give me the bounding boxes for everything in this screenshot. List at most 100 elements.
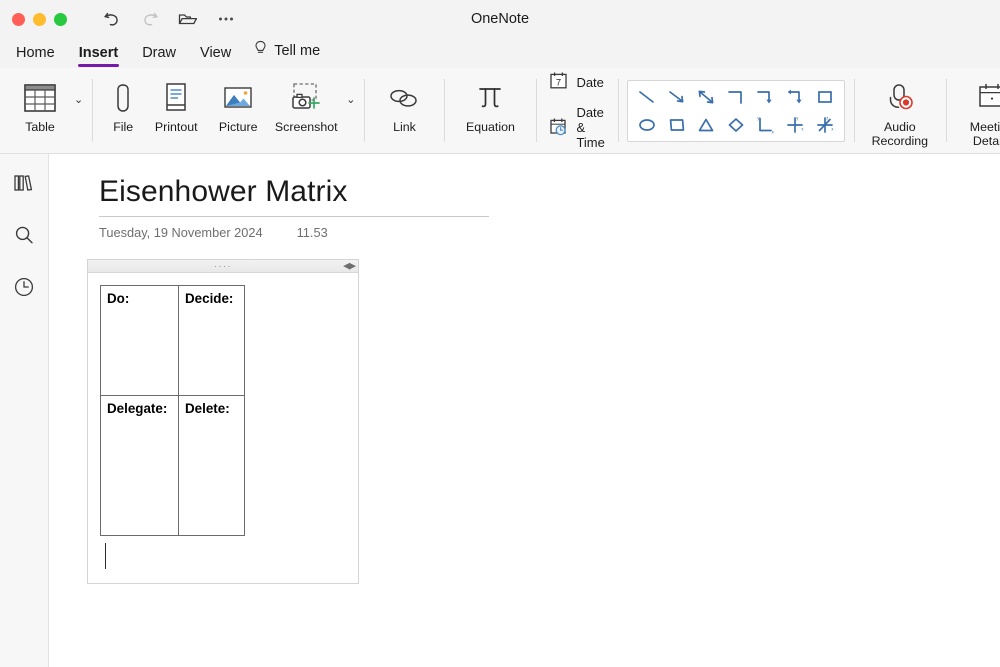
meeting-details-label: Meeting Details [955,120,1000,149]
note-resize-handle[interactable]: ◀▶ [343,261,355,272]
shape-axis-cross-icon[interactable]: yx [782,112,808,138]
shape-line-icon[interactable] [634,84,660,110]
shape-elbow-connector-icon[interactable] [723,84,749,110]
matrix-cell-delegate[interactable]: Delegate: [101,396,179,536]
note-move-handle[interactable]: ···· [214,262,232,271]
ribbon-group-links: Link [364,68,444,153]
lightbulb-icon [253,40,268,61]
matrix-cell-delete[interactable]: Delete: [179,396,245,536]
tab-insert[interactable]: Insert [69,43,129,68]
shape-elbow-double-arrow-icon[interactable] [782,84,808,110]
shape-diamond-icon[interactable] [723,112,749,138]
shape-elbow-arrow-icon[interactable] [752,84,778,110]
note-container[interactable]: ···· ◀▶ Do: Decide: Delegate: Delete: [87,259,359,584]
tab-draw[interactable]: Draw [132,43,186,68]
redo-icon[interactable] [138,7,162,31]
picture-button[interactable]: Picture [207,68,269,153]
printout-label: Printout [155,120,198,134]
notebooks-icon[interactable] [11,170,37,196]
svg-text:x: x [802,126,805,131]
note-content[interactable]: Do: Decide: Delegate: Delete: [88,273,358,583]
shape-axis-2d-icon[interactable]: yx [752,112,778,138]
tab-home[interactable]: Home [6,43,65,68]
date-button[interactable]: 7 Date [549,71,604,93]
picture-label: Picture [219,120,258,134]
matrix-cell-do[interactable]: Do: [101,286,179,396]
table-label: Table [25,120,55,134]
file-label: File [113,120,133,134]
paperclip-icon [108,76,138,120]
audio-recording-label: Audio Recording [863,120,937,149]
ribbon-group-timestamp: 7 Date Date & Time [536,68,617,153]
maximize-window-button[interactable] [54,13,67,26]
ribbon-tab-bar: Home Insert Draw View Tell me [0,38,1000,68]
close-window-button[interactable] [12,13,25,26]
shape-ellipse-icon[interactable] [634,112,660,138]
ribbon-group-recording: Audio Recording [854,68,946,153]
table-row: Delegate: Delete: [101,396,245,536]
screenshot-button[interactable]: Screenshot [269,68,343,153]
tab-view[interactable]: View [190,43,241,68]
audio-recording-button[interactable]: Audio Recording [863,68,937,153]
equation-button[interactable]: Equation [453,68,527,153]
table-button[interactable]: Table [9,68,71,153]
title-bar: OneNote [0,0,1000,38]
note-container-header[interactable]: ···· ◀▶ [88,260,358,273]
printout-icon [161,76,191,120]
screenshot-chevron-down-icon[interactable]: ⌄ [346,95,355,106]
svg-text:7: 7 [556,77,561,88]
tell-me-label: Tell me [274,43,320,59]
calendar-icon: 7 [549,71,568,93]
table-icon [22,76,58,120]
pi-icon [473,76,507,120]
ribbon-group-tables: Table ⌄ [0,68,92,153]
svg-text:x: x [831,126,834,131]
picture-icon [221,76,255,120]
recent-icon[interactable] [11,274,37,300]
printout-button[interactable]: Printout [145,68,207,153]
ribbon-group-files: File Printout [92,68,364,153]
shape-triangle-icon[interactable] [693,112,719,138]
equation-label: Equation [466,120,515,134]
page-header: Eisenhower Matrix Tuesday, 19 November 2… [99,174,489,240]
undo-icon[interactable] [100,7,124,31]
svg-text:z: z [826,115,828,120]
page-time[interactable]: 11.53 [297,225,328,240]
date-time-label: Date & Time [576,105,604,150]
text-cursor [105,543,106,569]
more-options-icon[interactable] [214,7,238,31]
svg-text:y: y [796,115,799,120]
search-icon[interactable] [11,222,37,248]
ribbon: Table ⌄ File [0,68,1000,154]
ribbon-group-meetings: Meeting Details S [946,68,1000,153]
screenshot-label: Screenshot [275,120,338,134]
tell-me-button[interactable]: Tell me [245,38,330,68]
page-title[interactable]: Eisenhower Matrix [99,174,489,217]
shapes-gallery[interactable]: yx yx zx [627,80,845,142]
ribbon-group-shapes: yx yx zx [618,68,854,153]
page-date[interactable]: Tuesday, 19 November 2024 [99,225,263,240]
window-controls[interactable] [12,13,67,26]
page-canvas[interactable]: Eisenhower Matrix Tuesday, 19 November 2… [49,154,1000,667]
shapes-row-2: yx yx zx [634,112,838,138]
table-chevron-down-icon[interactable]: ⌄ [74,95,83,106]
minimize-window-button[interactable] [33,13,46,26]
meeting-calendar-icon [974,76,1000,120]
navigation-rail [0,154,49,667]
matrix-cell-decide[interactable]: Decide: [179,286,245,396]
open-folder-icon[interactable] [176,7,200,31]
link-label: Link [393,120,416,134]
shape-double-arrow-icon[interactable] [693,84,719,110]
shape-axis-3d-icon[interactable]: zx [812,112,838,138]
file-button[interactable]: File [101,68,145,153]
shapes-row-1 [634,84,838,110]
shape-parallelogram-icon[interactable] [664,112,690,138]
meeting-details-button[interactable]: Meeting Details [955,68,1000,153]
shape-rectangle-icon[interactable] [812,84,838,110]
quick-access-toolbar [100,7,238,31]
link-icon [385,76,423,120]
eisenhower-matrix-table[interactable]: Do: Decide: Delegate: Delete: [100,285,245,536]
shape-arrow-icon[interactable] [664,84,690,110]
link-button[interactable]: Link [373,68,435,153]
date-time-button[interactable]: Date & Time [549,105,604,150]
